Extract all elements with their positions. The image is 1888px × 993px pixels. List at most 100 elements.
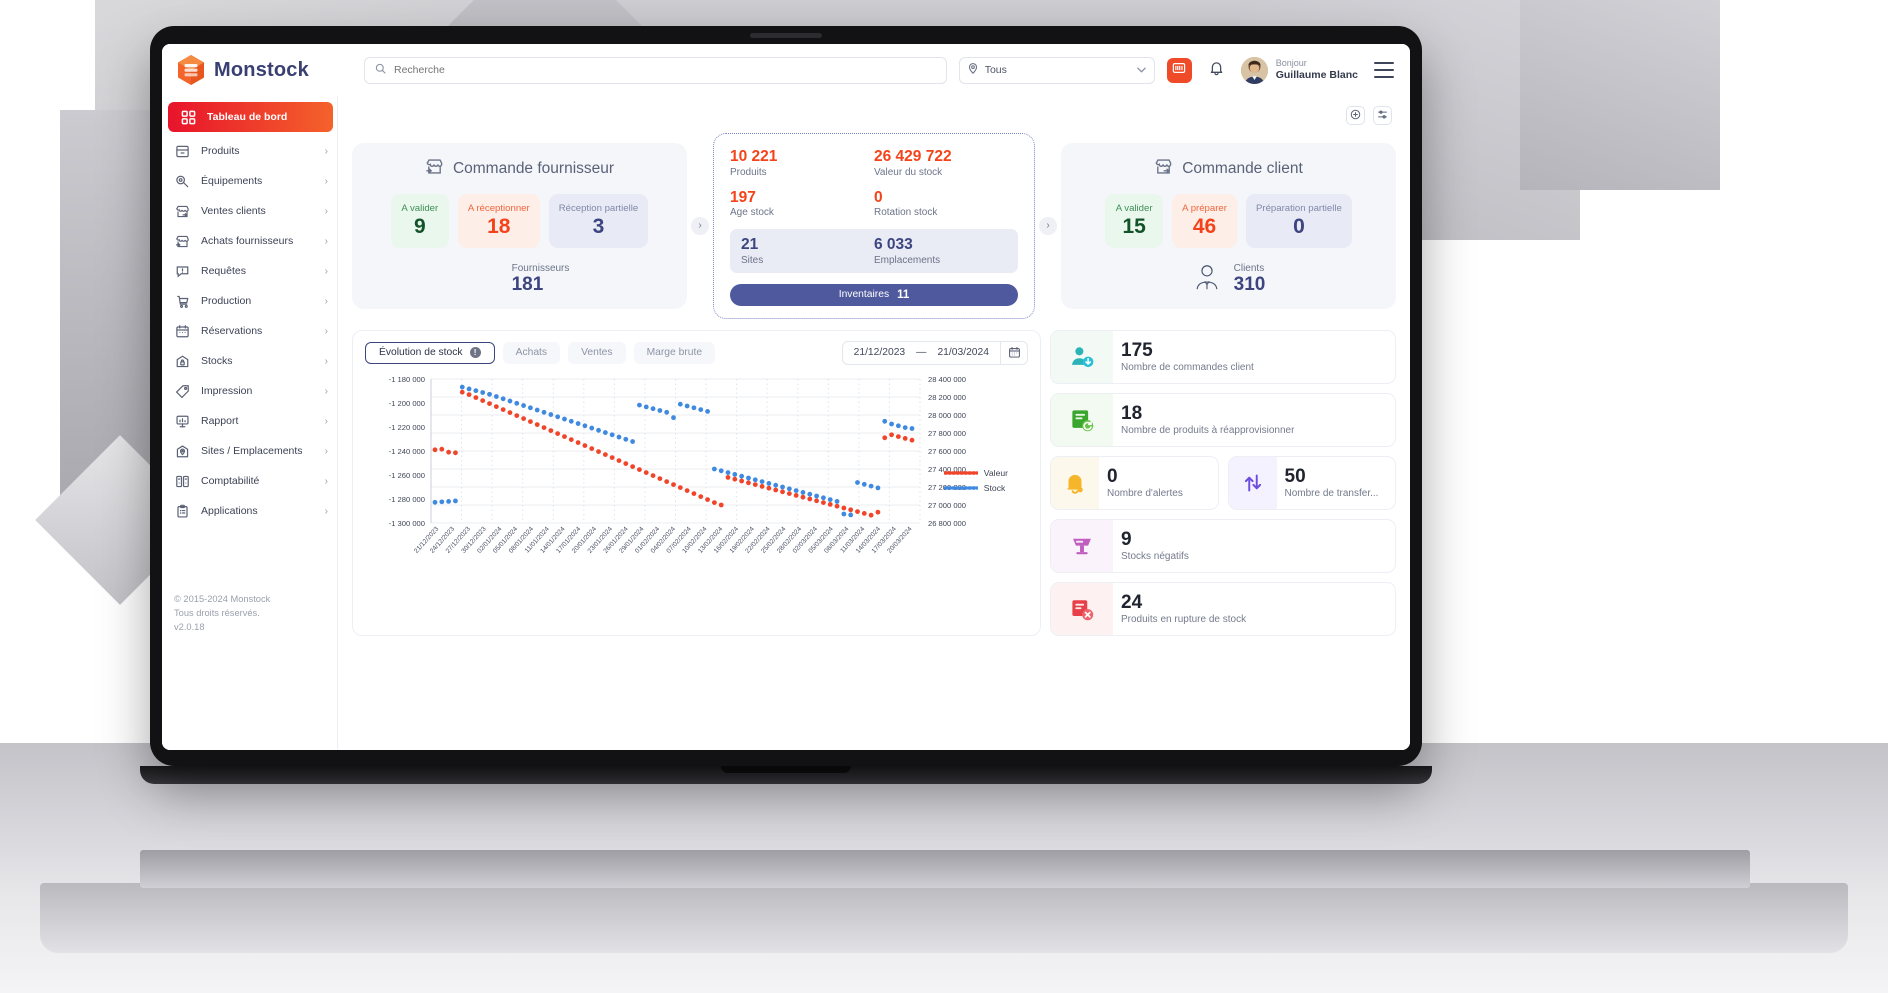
scope-select[interactable]: Tous [958, 56, 1155, 84]
kpi-produits-a-reapprovisionner[interactable]: 18 Nombre de produits à réapprovisionner [1050, 392, 1396, 447]
tile-label: Réception partielle [558, 202, 639, 214]
tab-label: Achats [515, 347, 548, 359]
client-tile-a-preparer[interactable]: A préparer 46 [1172, 193, 1237, 249]
sidebar-item-label: Rapport [201, 415, 239, 427]
scope-select-value: Tous [984, 64, 1007, 76]
transfer-arrows-icon [1228, 456, 1277, 509]
supplier-tile-reception-partielle[interactable]: Réception partielle 3 [548, 193, 649, 249]
store-in-icon [425, 157, 444, 181]
metric-value: 26 429 722 [874, 148, 952, 165]
tag-print-icon [174, 383, 191, 400]
document-refresh-icon [1051, 393, 1113, 446]
sidebar-item-comptabilite[interactable]: Comptabilité › [162, 466, 337, 496]
sidebar-item-impression[interactable]: Impression › [162, 376, 337, 406]
chevron-right-icon: › [324, 445, 328, 457]
tab-ventes[interactable]: Ventes [568, 341, 626, 364]
notifications-button[interactable] [1204, 58, 1229, 83]
monstock-cube-logo-icon [176, 54, 206, 86]
kpi-value: 175 [1121, 340, 1153, 362]
client-panel-footer[interactable]: Clients 310 [1077, 262, 1380, 297]
sidebar-item-label: Impression [201, 385, 253, 397]
metric-label: Valeur du stock [874, 166, 943, 178]
sidebar-item-achats-fournisseurs[interactable]: Achats fournisseurs › [162, 226, 337, 256]
tile-value: 46 [1192, 214, 1217, 238]
brand-logo[interactable]: Monstock [176, 54, 352, 86]
sidebar-item-requetes[interactable]: Requêtes › [162, 256, 337, 286]
barcode-scan-button[interactable] [1166, 57, 1192, 83]
svg-text:27 800 000: 27 800 000 [928, 429, 966, 438]
stock-summary-card: 10 221 Produits 197 Age stock 26 429 722… [713, 133, 1035, 319]
kpi-transferts[interactable]: 50 Nombre de transfer... [1227, 455, 1396, 510]
tile-label: Préparation partielle [1255, 202, 1342, 214]
supplier-tile-a-valider[interactable]: A valider 9 [390, 193, 449, 249]
stock-metric-rotation-stock: 0 Rotation stock [874, 189, 1018, 219]
app-root: Monstock Recherche Tous Bonjour Guillaum… [162, 44, 1410, 750]
sidebar-item-label: Équipements [201, 175, 263, 187]
sidebar-item-production[interactable]: Production › [162, 286, 337, 316]
kpi-produits-rupture[interactable]: 24 Produits en rupture de stock [1050, 581, 1396, 636]
chevron-right-icon: › [324, 295, 328, 307]
panel-title-text: Commande client [1182, 159, 1303, 177]
search-input[interactable] [394, 64, 936, 76]
kpi-commandes-client[interactable]: 175 Nombre de commandes client [1050, 329, 1396, 384]
summary-cards-row: Commande fournisseur A valider 9 A récep… [352, 133, 1396, 319]
store-in-icon [174, 233, 191, 250]
calendar-icon [174, 323, 191, 340]
legend-swatch [943, 471, 978, 475]
supplier-tile-a-receptionner[interactable]: A réceptionner 18 [457, 193, 540, 249]
kpi-value: 0 [1107, 466, 1118, 488]
strip-metric-sites: 21 Sites [741, 236, 874, 266]
calendar-icon[interactable] [1000, 341, 1027, 364]
sidebar-item-label: Comptabilité [201, 475, 260, 487]
chevron-right-icon: › [324, 265, 328, 277]
sidebar-item-produits[interactable]: Produits › [162, 136, 337, 166]
carousel-next-left[interactable]: › [691, 216, 709, 235]
notification-bell-icon [1209, 60, 1224, 81]
client-tile-preparation-partielle[interactable]: Préparation partielle 0 [1245, 193, 1352, 249]
chevron-right-icon: › [324, 145, 328, 157]
webcam-notch [750, 33, 822, 38]
tab-achats[interactable]: Achats [502, 341, 561, 364]
footer-label: Clients [1233, 263, 1265, 275]
sidebar-item-label: Produits [201, 145, 240, 157]
sidebar-item-stocks[interactable]: Stocks › [162, 346, 337, 376]
sidebar-item-equipements[interactable]: Équipements › [162, 166, 337, 196]
supplier-panel-title: Commande fournisseur [368, 157, 671, 181]
info-icon[interactable]: ! [469, 347, 481, 359]
sidebar-item-label: Sites / Emplacements [201, 445, 303, 457]
add-widget-button[interactable] [1346, 106, 1365, 125]
screen: Monstock Recherche Tous Bonjour Guillaum… [162, 44, 1410, 750]
sidebar-item-sites-emplacements[interactable]: Sites / Emplacements › [162, 436, 337, 466]
legend-item-stock: Stock [943, 481, 1008, 496]
metric-value: 10 221 [730, 148, 778, 165]
date-range-picker[interactable]: 21/12/2023 — 21/03/2024 [841, 340, 1028, 365]
laptop-deck-front [140, 850, 1750, 888]
metric-value: 197 [730, 188, 756, 206]
date-separator: — [916, 347, 927, 359]
tab-evolution-de-stock[interactable]: Évolution de stock ! [365, 341, 495, 364]
sidebar-item-reservations[interactable]: Réservations › [162, 316, 337, 346]
global-search[interactable] [364, 56, 947, 84]
footer-value: 310 [1233, 274, 1266, 296]
barcode-scan-icon [1172, 61, 1186, 80]
hamburger-menu-icon[interactable] [1374, 62, 1394, 78]
carousel-next-right[interactable]: › [1039, 216, 1057, 235]
tab-marge-brute[interactable]: Marge brute [633, 341, 716, 364]
search-icon [375, 61, 386, 79]
sidebar-item-applications[interactable]: Applications › [162, 496, 337, 526]
laptop-chin [140, 766, 1432, 784]
sidebar-item-rapport[interactable]: Rapport › [162, 406, 337, 436]
sidebar-item-tableau-de-bord[interactable]: Tableau de bord [168, 102, 333, 132]
user-menu[interactable]: Bonjour Guillaume Blanc [1240, 56, 1358, 84]
dashboard-settings-button[interactable] [1373, 106, 1392, 125]
supplier-panel-footer[interactable]: Fournisseurs 181 [368, 262, 671, 297]
client-tile-a-valider[interactable]: A valider 15 [1105, 193, 1164, 249]
cart-production-icon [174, 293, 191, 310]
inventaires-button[interactable]: Inventaires 11 [730, 283, 1018, 306]
client-stat-row: A valider 15 A préparer 46 Préparation p… [1077, 193, 1380, 249]
legend-label: Valeur [983, 468, 1008, 479]
kpi-stocks-negatifs[interactable]: 9 Stocks négatifs [1050, 518, 1396, 573]
sidebar-item-ventes-clients[interactable]: Ventes clients › [162, 196, 337, 226]
sidebar-item-label: Ventes clients [201, 205, 266, 217]
kpi-alertes[interactable]: 0 Nombre d'alertes [1050, 455, 1219, 510]
